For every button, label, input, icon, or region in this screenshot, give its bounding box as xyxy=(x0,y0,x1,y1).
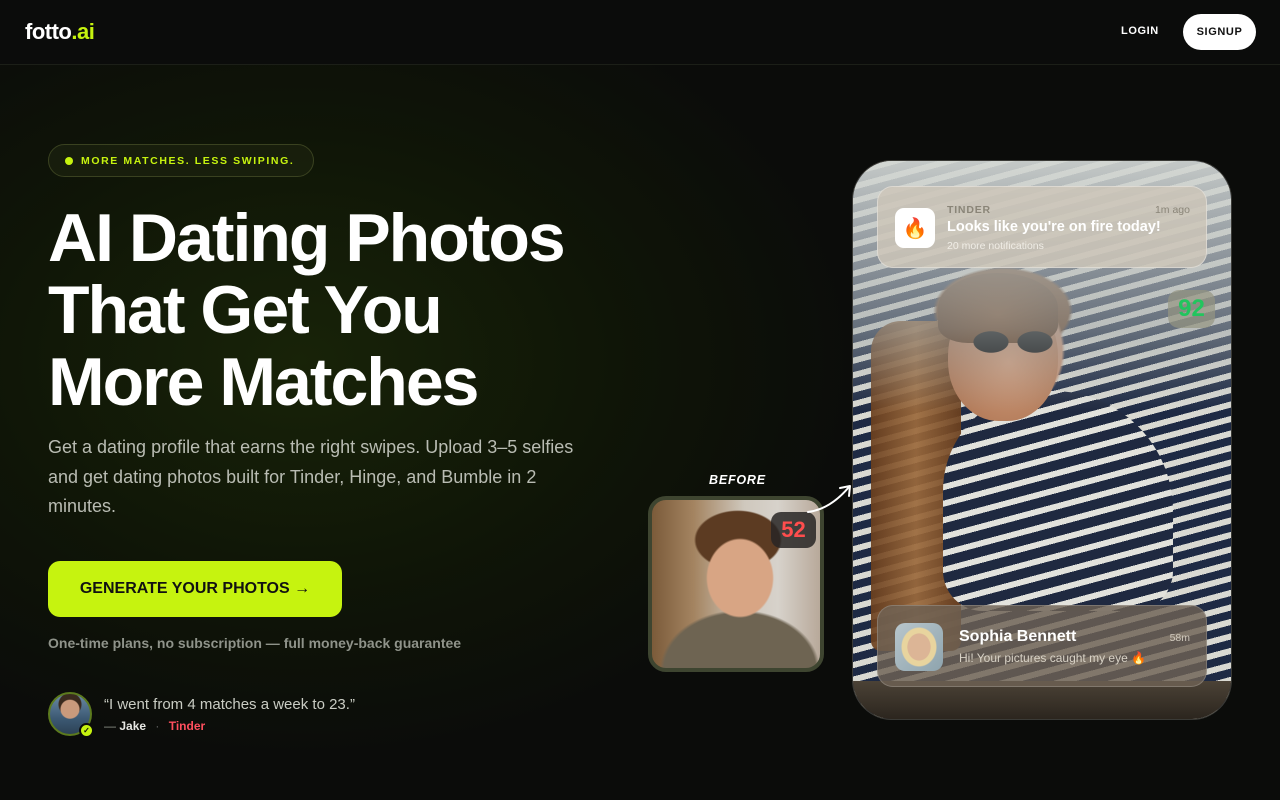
tinder-notification: 🔥 TINDER 1m ago Looks like you're on fir… xyxy=(877,186,1207,268)
attribution-separator: · xyxy=(155,719,160,733)
message-text: Hi! Your pictures caught my eye 🔥 xyxy=(959,651,1147,665)
sender-name: Sophia Bennett xyxy=(959,628,1077,645)
guarantee-text: One-time plans, no subscription — full m… xyxy=(48,635,462,651)
logo[interactable]: fotto.ai xyxy=(25,19,95,45)
message-card: Sophia Bennett 58m Hi! Your pictures cau… xyxy=(877,605,1207,687)
headline-line-2: That Get You xyxy=(48,272,443,348)
login-link[interactable]: LOGIN xyxy=(1121,25,1159,37)
notification-title: Looks like you're on fire today! xyxy=(947,219,1161,235)
before-label: BEFORE xyxy=(709,473,766,487)
verified-check-icon: ✓ xyxy=(79,723,94,738)
generate-photos-button[interactable]: GENERATE YOUR PHOTOS → xyxy=(48,561,342,617)
testimonial-app: Tinder xyxy=(168,719,206,733)
bullet-dot-icon xyxy=(65,156,73,165)
message-time: 58m xyxy=(1169,632,1190,644)
sender-avatar xyxy=(895,623,943,671)
attribution-dash: — xyxy=(104,719,116,733)
headline-line-3: More Matches xyxy=(48,344,479,420)
tagline-badge: MORE MATCHES. LESS SWIPING. xyxy=(48,144,314,177)
tagline-text: MORE MATCHES. LESS SWIPING. xyxy=(81,154,295,167)
curved-arrow-icon xyxy=(807,485,851,513)
notification-app-name: TINDER xyxy=(947,204,991,216)
signup-button[interactable]: SIGNUP xyxy=(1183,14,1256,50)
testimonial-name: Jake xyxy=(119,719,147,733)
testimonial-attribution: — Jake · Tinder xyxy=(104,719,205,733)
headline-line-1: AI Dating Photos xyxy=(48,200,566,276)
notification-subtitle: 20 more notifications xyxy=(947,240,1044,252)
top-nav: fotto.ai LOGIN SIGNUP xyxy=(0,0,1280,65)
notification-time: 1m ago xyxy=(1154,204,1190,216)
testimonial-quote: “I went from 4 matches a week to 23.” xyxy=(104,696,355,713)
fire-icon: 🔥 xyxy=(895,208,935,248)
hero-headline: AI Dating Photos That Get You More Match… xyxy=(48,202,648,418)
hero-subtext: Get a dating profile that earns the righ… xyxy=(48,437,574,516)
after-score-badge: 92 xyxy=(1168,290,1215,328)
